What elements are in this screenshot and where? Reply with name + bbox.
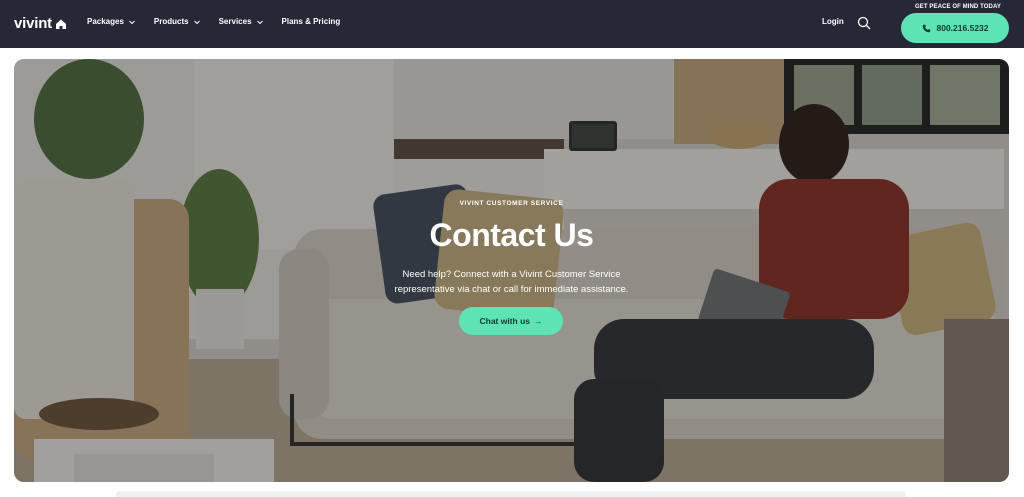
- promo-text: GET PEACE OF MIND TODAY: [915, 4, 1001, 10]
- nav-services-label: Services: [218, 17, 252, 26]
- chevron-down-icon: [256, 20, 263, 24]
- chevron-down-icon: [193, 20, 200, 24]
- hero-description: Need help? Connect with a Vivint Custome…: [14, 267, 1009, 297]
- hero-description-line-1: Need help? Connect with a Vivint Custome…: [402, 269, 621, 280]
- hero-banner: VIVINT CUSTOMER SERVICE Contact Us Need …: [14, 59, 1009, 482]
- phone-number: 800.216.5232: [936, 23, 989, 33]
- login-link[interactable]: Login: [822, 17, 844, 26]
- nav-packages-label: Packages: [87, 17, 124, 26]
- chat-button-label: Chat with us: [479, 316, 531, 326]
- nav-plans-pricing-label: Plans & Pricing: [281, 17, 341, 26]
- nav-products-label: Products: [153, 17, 189, 26]
- nav-plans-pricing[interactable]: Plans & Pricing: [282, 17, 341, 26]
- chevron-down-icon: [129, 20, 135, 24]
- nav-packages[interactable]: Packages: [87, 17, 136, 26]
- hero-description-line-2: representative via chat or call for imme…: [394, 284, 629, 295]
- nav-products[interactable]: Products: [154, 17, 201, 26]
- main-nav: Packages Products Services Plans & Prici…: [87, 17, 340, 26]
- hero-eyebrow: VIVINT CUSTOMER SERVICE: [459, 200, 564, 207]
- nav-services[interactable]: Services: [219, 17, 264, 26]
- page-title: Contact Us: [429, 217, 594, 253]
- chat-with-us-button[interactable]: Chat with us →: [459, 307, 563, 335]
- vivint-logo[interactable]: vivint: [14, 15, 67, 32]
- arrow-right-icon: →: [534, 316, 543, 326]
- search-icon[interactable]: [857, 16, 871, 30]
- top-navigation-bar: vivint Packages Products Services Plans …: [0, 0, 1024, 48]
- call-phone-button[interactable]: 800.216.5232: [901, 13, 1009, 43]
- home-icon: [55, 19, 66, 29]
- next-section-edge: [116, 491, 906, 497]
- logo-text: vivint: [14, 15, 52, 32]
- phone-icon: [922, 24, 930, 32]
